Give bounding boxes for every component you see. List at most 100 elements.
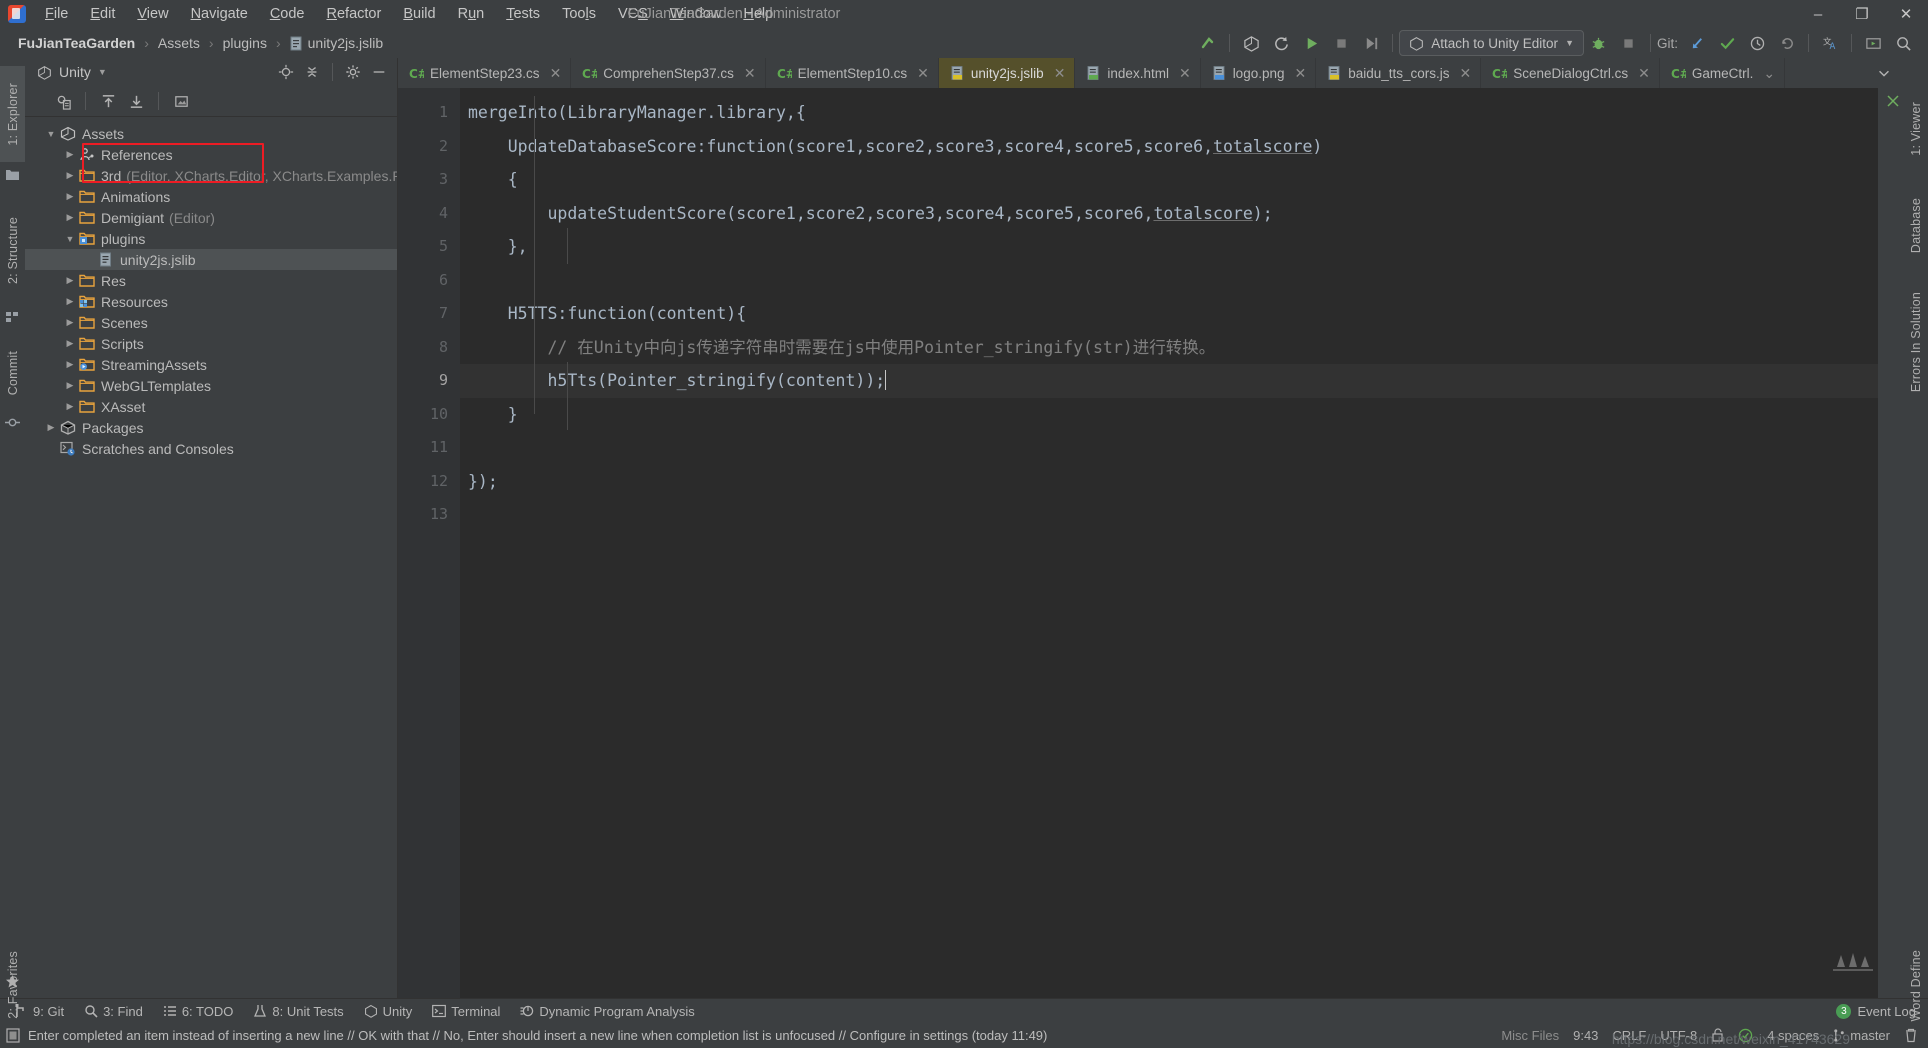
tree-item[interactable]: ▼ Assets bbox=[25, 123, 397, 144]
project-tree[interactable]: ▼ Assets ▶ References ▶ 3rd (Editor, XCharts.E… bbox=[25, 117, 397, 998]
line-number[interactable]: 5 bbox=[398, 230, 460, 264]
line-number[interactable]: 8 bbox=[398, 331, 460, 365]
menu-window[interactable]: Window bbox=[659, 3, 733, 25]
status-message[interactable]: Enter completed an item instead of inser… bbox=[6, 1028, 1047, 1043]
chevron-right-icon[interactable]: ▶ bbox=[62, 378, 78, 394]
code-line[interactable] bbox=[460, 498, 1878, 532]
tree-item[interactable]: ▶Scratches and Consoles bbox=[25, 438, 397, 459]
menu-view[interactable]: View bbox=[126, 3, 179, 25]
breadcrumb-project[interactable]: FuJianTeaGarden bbox=[14, 33, 139, 53]
close-icon[interactable]: ✕ bbox=[744, 65, 756, 82]
status-line-separator[interactable]: CRLF bbox=[1612, 1028, 1646, 1043]
collapse-all-icon[interactable] bbox=[300, 61, 324, 83]
close-icon[interactable]: ✕ bbox=[917, 65, 929, 82]
status-indent[interactable]: 4 spaces bbox=[1767, 1028, 1819, 1043]
editor-tab-index-html[interactable]: index.html ✕ bbox=[1075, 58, 1201, 88]
editor-tab-baidu-tts-cors-js[interactable]: baidu_tts_cors.js ✕ bbox=[1316, 58, 1482, 88]
chevron-right-icon[interactable]: ▶ bbox=[62, 357, 78, 373]
menu-help[interactable]: Help bbox=[732, 3, 784, 25]
close-button[interactable]: ✕ bbox=[1884, 0, 1928, 28]
code-text[interactable]: mergeInto(LibraryManager.library,{ Updat… bbox=[460, 88, 1878, 998]
tree-item[interactable]: ▶ 3rd (Editor, XCharts.Editor, XCharts.Exa… bbox=[25, 165, 397, 186]
chevron-right-icon[interactable]: ▶ bbox=[62, 168, 78, 184]
breadcrumb-file[interactable]: unity2js.jslib bbox=[286, 33, 387, 53]
git-history-icon[interactable] bbox=[1742, 30, 1772, 56]
chevron-right-icon[interactable]: ▶ bbox=[62, 210, 78, 226]
close-icon[interactable]: ✕ bbox=[1460, 65, 1472, 82]
chevron-right-icon[interactable]: ▶ bbox=[62, 336, 78, 352]
bottom-tab-terminal[interactable]: Terminal bbox=[424, 1002, 508, 1021]
image-preview-icon[interactable] bbox=[169, 90, 193, 112]
code-line[interactable] bbox=[460, 264, 1878, 298]
search-icon[interactable] bbox=[1888, 30, 1918, 56]
chevron-right-icon[interactable]: ▶ bbox=[43, 420, 59, 436]
code-line[interactable] bbox=[460, 431, 1878, 465]
code-line[interactable]: } bbox=[460, 398, 1878, 432]
tree-item[interactable]: ▶ Animations bbox=[25, 186, 397, 207]
build-icon[interactable] bbox=[1193, 30, 1223, 56]
breadcrumb-item-assets[interactable]: Assets bbox=[154, 33, 204, 53]
chevron-right-icon[interactable]: ▶ bbox=[62, 294, 78, 310]
code-line[interactable]: mergeInto(LibraryManager.library,{ bbox=[460, 96, 1878, 130]
explorer-title[interactable]: Unity ▼ bbox=[37, 64, 107, 80]
code-line[interactable]: UpdateDatabaseScore:function(score1,scor… bbox=[460, 130, 1878, 164]
chevron-down-icon[interactable]: ▼ bbox=[62, 231, 78, 247]
attach-to-unity-editor-button[interactable]: Attach to Unity Editor ▼ bbox=[1399, 30, 1584, 56]
bottom-tab-dynamic-program-analysis[interactable]: Dynamic Program Analysis bbox=[512, 1002, 702, 1021]
line-number[interactable]: 3 bbox=[398, 163, 460, 197]
close-icon[interactable]: ✕ bbox=[1638, 65, 1650, 82]
close-icon[interactable]: ⌄ bbox=[1763, 65, 1775, 82]
tree-item[interactable]: ▶ StreamingAssets bbox=[25, 354, 397, 375]
menu-run[interactable]: Run bbox=[447, 3, 496, 25]
step-over-icon[interactable] bbox=[1356, 30, 1386, 56]
git-commit-icon[interactable] bbox=[1712, 30, 1742, 56]
maximize-button[interactable]: ❐ bbox=[1840, 0, 1884, 28]
rail-tab-word-define[interactable]: Word Define bbox=[1903, 938, 1928, 1034]
status-branch[interactable]: master bbox=[1833, 1028, 1890, 1043]
breadcrumb-item-plugins[interactable]: plugins bbox=[219, 33, 271, 53]
close-icon[interactable]: ✕ bbox=[550, 65, 562, 82]
close-icon[interactable]: ✕ bbox=[1179, 65, 1191, 82]
line-number[interactable]: 11 bbox=[398, 431, 460, 465]
code-line[interactable]: H5TTS:function(content){ bbox=[460, 297, 1878, 331]
lock-icon[interactable] bbox=[1711, 1028, 1724, 1043]
inspection-status-icon[interactable] bbox=[1738, 1028, 1753, 1043]
chevron-right-icon[interactable]: ▶ bbox=[62, 147, 78, 163]
git-update-icon[interactable] bbox=[1682, 30, 1712, 56]
tree-item[interactable]: ▶ Resources bbox=[25, 291, 397, 312]
tree-item[interactable]: ▶ Demigiant (Editor) bbox=[25, 207, 397, 228]
menu-build[interactable]: Build bbox=[392, 3, 446, 25]
collapse-editor-icon[interactable] bbox=[1886, 94, 1900, 113]
chevron-down-icon[interactable]: ▼ bbox=[43, 126, 59, 142]
line-number[interactable]: 13 bbox=[398, 498, 460, 532]
inspection-widget[interactable] bbox=[1831, 945, 1875, 976]
tree-item[interactable]: ▶ Scenes bbox=[25, 312, 397, 333]
chevron-right-icon[interactable]: ▶ bbox=[62, 399, 78, 415]
close-icon[interactable]: ✕ bbox=[1295, 65, 1307, 82]
run-icon[interactable] bbox=[1296, 30, 1326, 56]
tree-item[interactable]: ▶ References bbox=[25, 144, 397, 165]
download-icon[interactable] bbox=[124, 90, 148, 112]
stop-icon[interactable] bbox=[1326, 30, 1356, 56]
editor-tab-logo-png[interactable]: logo.png ✕ bbox=[1201, 58, 1317, 88]
minimize-button[interactable]: – bbox=[1796, 0, 1840, 28]
line-number[interactable]: 2 bbox=[398, 130, 460, 164]
status-encoding[interactable]: UTF-8 bbox=[1660, 1028, 1697, 1043]
chevron-right-icon[interactable]: ▶ bbox=[62, 189, 78, 205]
hide-window-icon[interactable] bbox=[367, 61, 391, 83]
bottom-tab-todo[interactable]: 6: TODO bbox=[155, 1002, 242, 1021]
line-number[interactable]: 7 bbox=[398, 297, 460, 331]
show-all-files-icon[interactable] bbox=[51, 90, 75, 112]
bottom-tab-unit-tests[interactable]: 8: Unit Tests bbox=[245, 1002, 351, 1021]
editor-tab-gamectrl-[interactable]: C# GameCtrl. ⌄ bbox=[1660, 58, 1786, 88]
code-line[interactable]: { bbox=[460, 163, 1878, 197]
git-rollback-icon[interactable] bbox=[1772, 30, 1802, 56]
rail-tab-viewer[interactable]: 1: Viewer bbox=[1903, 86, 1928, 172]
rail-tab-structure[interactable]: 2: Structure bbox=[0, 196, 25, 306]
menu-tests[interactable]: Tests bbox=[495, 3, 551, 25]
line-number[interactable]: 10 bbox=[398, 398, 460, 432]
menu-file[interactable]: File bbox=[34, 3, 79, 25]
tree-item-selected[interactable]: ▶unity2js.jslib bbox=[25, 249, 397, 270]
upload-icon[interactable] bbox=[96, 90, 120, 112]
tree-item[interactable]: ▶ Packages bbox=[25, 417, 397, 438]
